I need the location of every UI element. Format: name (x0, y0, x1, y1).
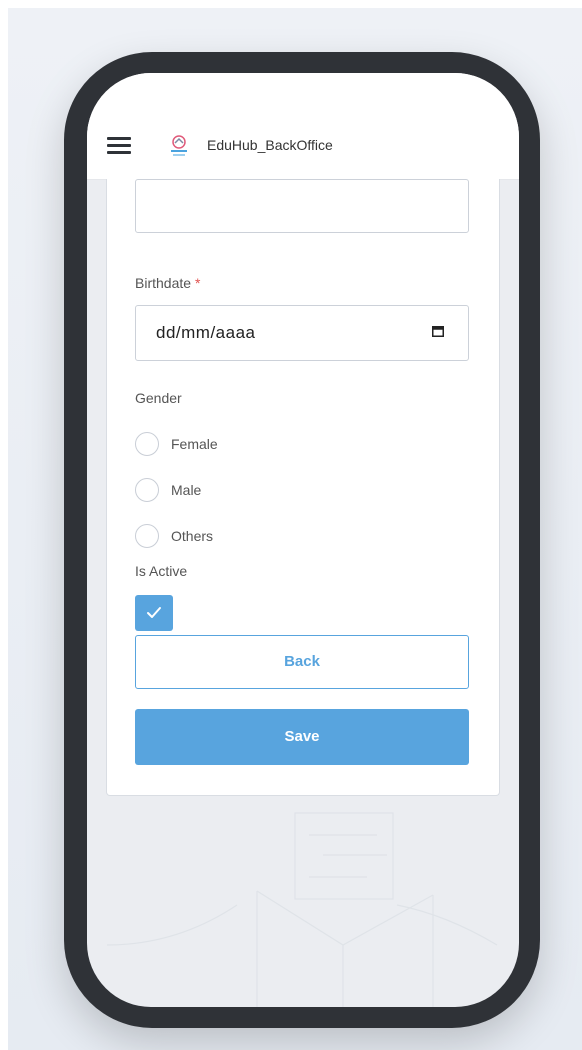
previous-field-input[interactable] (135, 179, 469, 233)
calendar-icon[interactable] (432, 326, 444, 337)
radio-label-female: Female (171, 436, 218, 452)
gender-label: Gender (135, 390, 182, 406)
checkmark-icon (147, 607, 161, 618)
birthdate-label-text: Birthdate (135, 275, 192, 291)
radio-label-others: Others (171, 528, 214, 544)
birthdate-label: Birthdate * (135, 275, 200, 291)
app-title: EduHub_BackOffice (207, 137, 333, 153)
radio-label-male: Male (171, 482, 202, 498)
is-active-label: Is Active (135, 563, 188, 579)
is-active-checkbox[interactable] (135, 595, 173, 631)
hamburger-menu-icon[interactable] (107, 137, 131, 155)
app-header: EduHub_BackOffice (87, 73, 519, 180)
birthdate-value: dd/mm/aaaa (156, 323, 256, 342)
background-illustration (106, 812, 498, 1007)
form-card: Birthdate * dd/mm/aaaa Gender Female Mal… (106, 179, 500, 796)
eduhub-logo-icon[interactable] (165, 131, 193, 159)
phone-screen: EduHub_BackOffice Birthdate * dd/mm/aaaa… (87, 73, 519, 1007)
radio-others[interactable] (135, 524, 159, 548)
save-button[interactable]: Save (135, 709, 469, 765)
birthdate-input[interactable]: dd/mm/aaaa (135, 305, 469, 361)
required-marker: * (194, 275, 201, 291)
back-button[interactable]: Back (135, 635, 469, 689)
radio-male[interactable] (135, 478, 159, 502)
radio-female[interactable] (135, 432, 159, 456)
